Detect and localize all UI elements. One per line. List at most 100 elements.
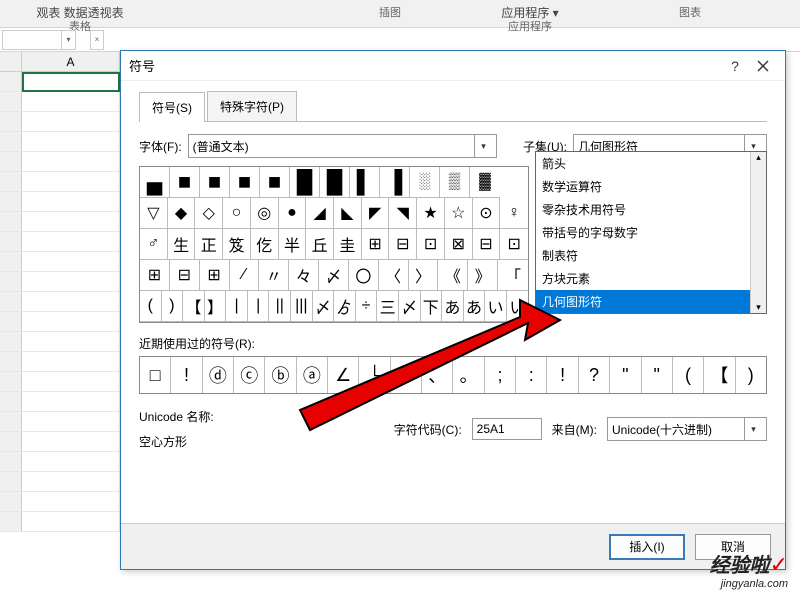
cell[interactable] <box>22 272 120 292</box>
symbol-cell[interactable]: 仡 <box>251 229 279 260</box>
recent-symbol-cell[interactable]: ? <box>579 357 610 393</box>
row-header[interactable] <box>0 252 22 272</box>
row-header[interactable] <box>0 472 22 492</box>
dropdown-item[interactable]: 带括号的字母数字 <box>536 221 766 244</box>
symbol-cell[interactable]: | <box>226 291 248 322</box>
cell[interactable] <box>22 472 120 492</box>
cell[interactable] <box>22 412 120 432</box>
recent-symbol-cell[interactable]: " <box>642 357 673 393</box>
symbol-cell[interactable]: ◣ <box>334 198 362 229</box>
cell[interactable] <box>22 192 120 212</box>
cell[interactable] <box>22 92 120 112</box>
symbol-cell[interactable]: 〃 <box>259 260 289 291</box>
cell[interactable] <box>22 232 120 252</box>
symbol-cell[interactable]: 〆 <box>399 291 421 322</box>
dialog-titlebar[interactable]: 符号 ? <box>121 51 785 81</box>
symbol-cell[interactable]: 〆 <box>313 291 335 322</box>
cell[interactable] <box>22 212 120 232</box>
cell[interactable] <box>22 492 120 512</box>
recent-symbol-cell[interactable]: ! <box>171 357 202 393</box>
symbol-cell[interactable]: || <box>269 291 291 322</box>
recent-symbol-cell[interactable]: ⓐ <box>297 357 328 393</box>
symbol-cell[interactable]: ⊠ <box>445 229 473 260</box>
symbol-cell[interactable]: ⊡ <box>417 229 445 260</box>
ribbon-group-pivot[interactable]: 观表 数据透视表 <box>36 6 123 20</box>
recent-symbol-cell[interactable]: ⓒ <box>234 357 265 393</box>
recent-symbol-cell[interactable]: ( <box>673 357 704 393</box>
row-header[interactable] <box>0 372 22 392</box>
symbol-cell[interactable]: ⁄ <box>230 260 260 291</box>
row-header[interactable] <box>0 492 22 512</box>
recent-symbol-cell[interactable]: ) <box>736 357 766 393</box>
symbol-cell[interactable]: 正 <box>195 229 223 260</box>
symbol-cell[interactable]: ÷ <box>356 291 378 322</box>
symbol-cell[interactable]: 〇 <box>349 260 379 291</box>
cell[interactable] <box>22 512 120 532</box>
symbol-cell[interactable]: ○ <box>223 198 251 229</box>
symbol-cell[interactable]: ░ <box>410 167 440 198</box>
recent-symbol-cell[interactable]: ⓓ <box>203 357 234 393</box>
cell[interactable] <box>22 312 120 332</box>
cell[interactable] <box>22 292 120 312</box>
column-header-a[interactable]: A <box>22 52 120 72</box>
cell[interactable] <box>22 352 120 372</box>
tab-special-chars[interactable]: 特殊字符(P) <box>207 91 297 121</box>
cell[interactable] <box>22 132 120 152</box>
symbol-cell[interactable]: 〈 <box>379 260 409 291</box>
symbol-cell[interactable]: ★ <box>417 198 445 229</box>
symbol-cell[interactable]: 【 <box>183 291 205 322</box>
dropdown-item[interactable]: 方块元素 <box>536 267 766 290</box>
fx-cancel[interactable]: × <box>90 30 104 50</box>
char-code-input[interactable]: 25A1 <box>472 418 542 440</box>
symbol-cell[interactable]: 】 <box>205 291 227 322</box>
row-header[interactable] <box>0 292 22 312</box>
symbol-cell[interactable]: ◎ <box>251 198 279 229</box>
symbol-cell[interactable]: い <box>485 291 507 322</box>
symbol-cell[interactable]: 《 <box>438 260 468 291</box>
symbol-cell[interactable]: ♀ <box>500 198 528 229</box>
symbol-cell[interactable]: ◢ <box>306 198 334 229</box>
symbol-cell[interactable]: | <box>248 291 270 322</box>
symbol-cell[interactable]: ⊟ <box>170 260 200 291</box>
row-header[interactable] <box>0 132 22 152</box>
symbol-cell[interactable]: ▓ <box>470 167 500 198</box>
symbol-cell[interactable]: ▌ <box>350 167 380 198</box>
symbol-cell[interactable]: ▽ <box>140 198 168 229</box>
dropdown-item[interactable]: 几何图形符 <box>536 290 766 313</box>
cell-a1[interactable] <box>22 72 120 92</box>
recent-symbol-cell[interactable]: 。 <box>453 357 484 393</box>
symbol-cell[interactable]: 丘 <box>306 229 334 260</box>
symbol-cell[interactable]: ● <box>279 198 307 229</box>
symbol-cell[interactable]: ⊟ <box>473 229 501 260</box>
select-all-corner[interactable] <box>0 52 22 72</box>
row-header[interactable] <box>0 512 22 532</box>
symbol-cell[interactable]: ▒ <box>440 167 470 198</box>
cell[interactable] <box>22 172 120 192</box>
dropdown-item[interactable]: 箭头 <box>536 152 766 175</box>
name-box[interactable] <box>2 30 62 50</box>
symbol-cell[interactable]: 三 <box>377 291 399 322</box>
row-header[interactable] <box>0 412 22 432</box>
recent-symbol-cell[interactable]: : <box>516 357 547 393</box>
symbol-cell[interactable]: ) <box>162 291 184 322</box>
symbol-cell[interactable]: 半 <box>279 229 307 260</box>
recent-symbol-cell[interactable]: " <box>610 357 641 393</box>
row-header[interactable] <box>0 72 22 92</box>
symbol-cell[interactable]: 々 <box>289 260 319 291</box>
row-header[interactable] <box>0 392 22 412</box>
recent-symbol-cell[interactable]: ， <box>391 357 422 393</box>
row-header[interactable] <box>0 192 22 212</box>
symbol-cell[interactable]: 生 <box>168 229 196 260</box>
symbol-cell[interactable]: ■ <box>200 167 230 198</box>
from-combo[interactable]: Unicode(十六进制) ▾ <box>607 417 767 441</box>
row-header[interactable] <box>0 232 22 252</box>
row-header[interactable] <box>0 332 22 352</box>
cell[interactable] <box>22 392 120 412</box>
recent-symbol-cell[interactable]: └ <box>359 357 390 393</box>
symbol-cell[interactable]: ☆ <box>445 198 473 229</box>
symbol-cell[interactable]: ◇ <box>195 198 223 229</box>
symbol-cell[interactable]: ◥ <box>389 198 417 229</box>
symbol-cell[interactable]: ( <box>140 291 162 322</box>
row-header[interactable] <box>0 212 22 232</box>
row-header[interactable] <box>0 112 22 132</box>
